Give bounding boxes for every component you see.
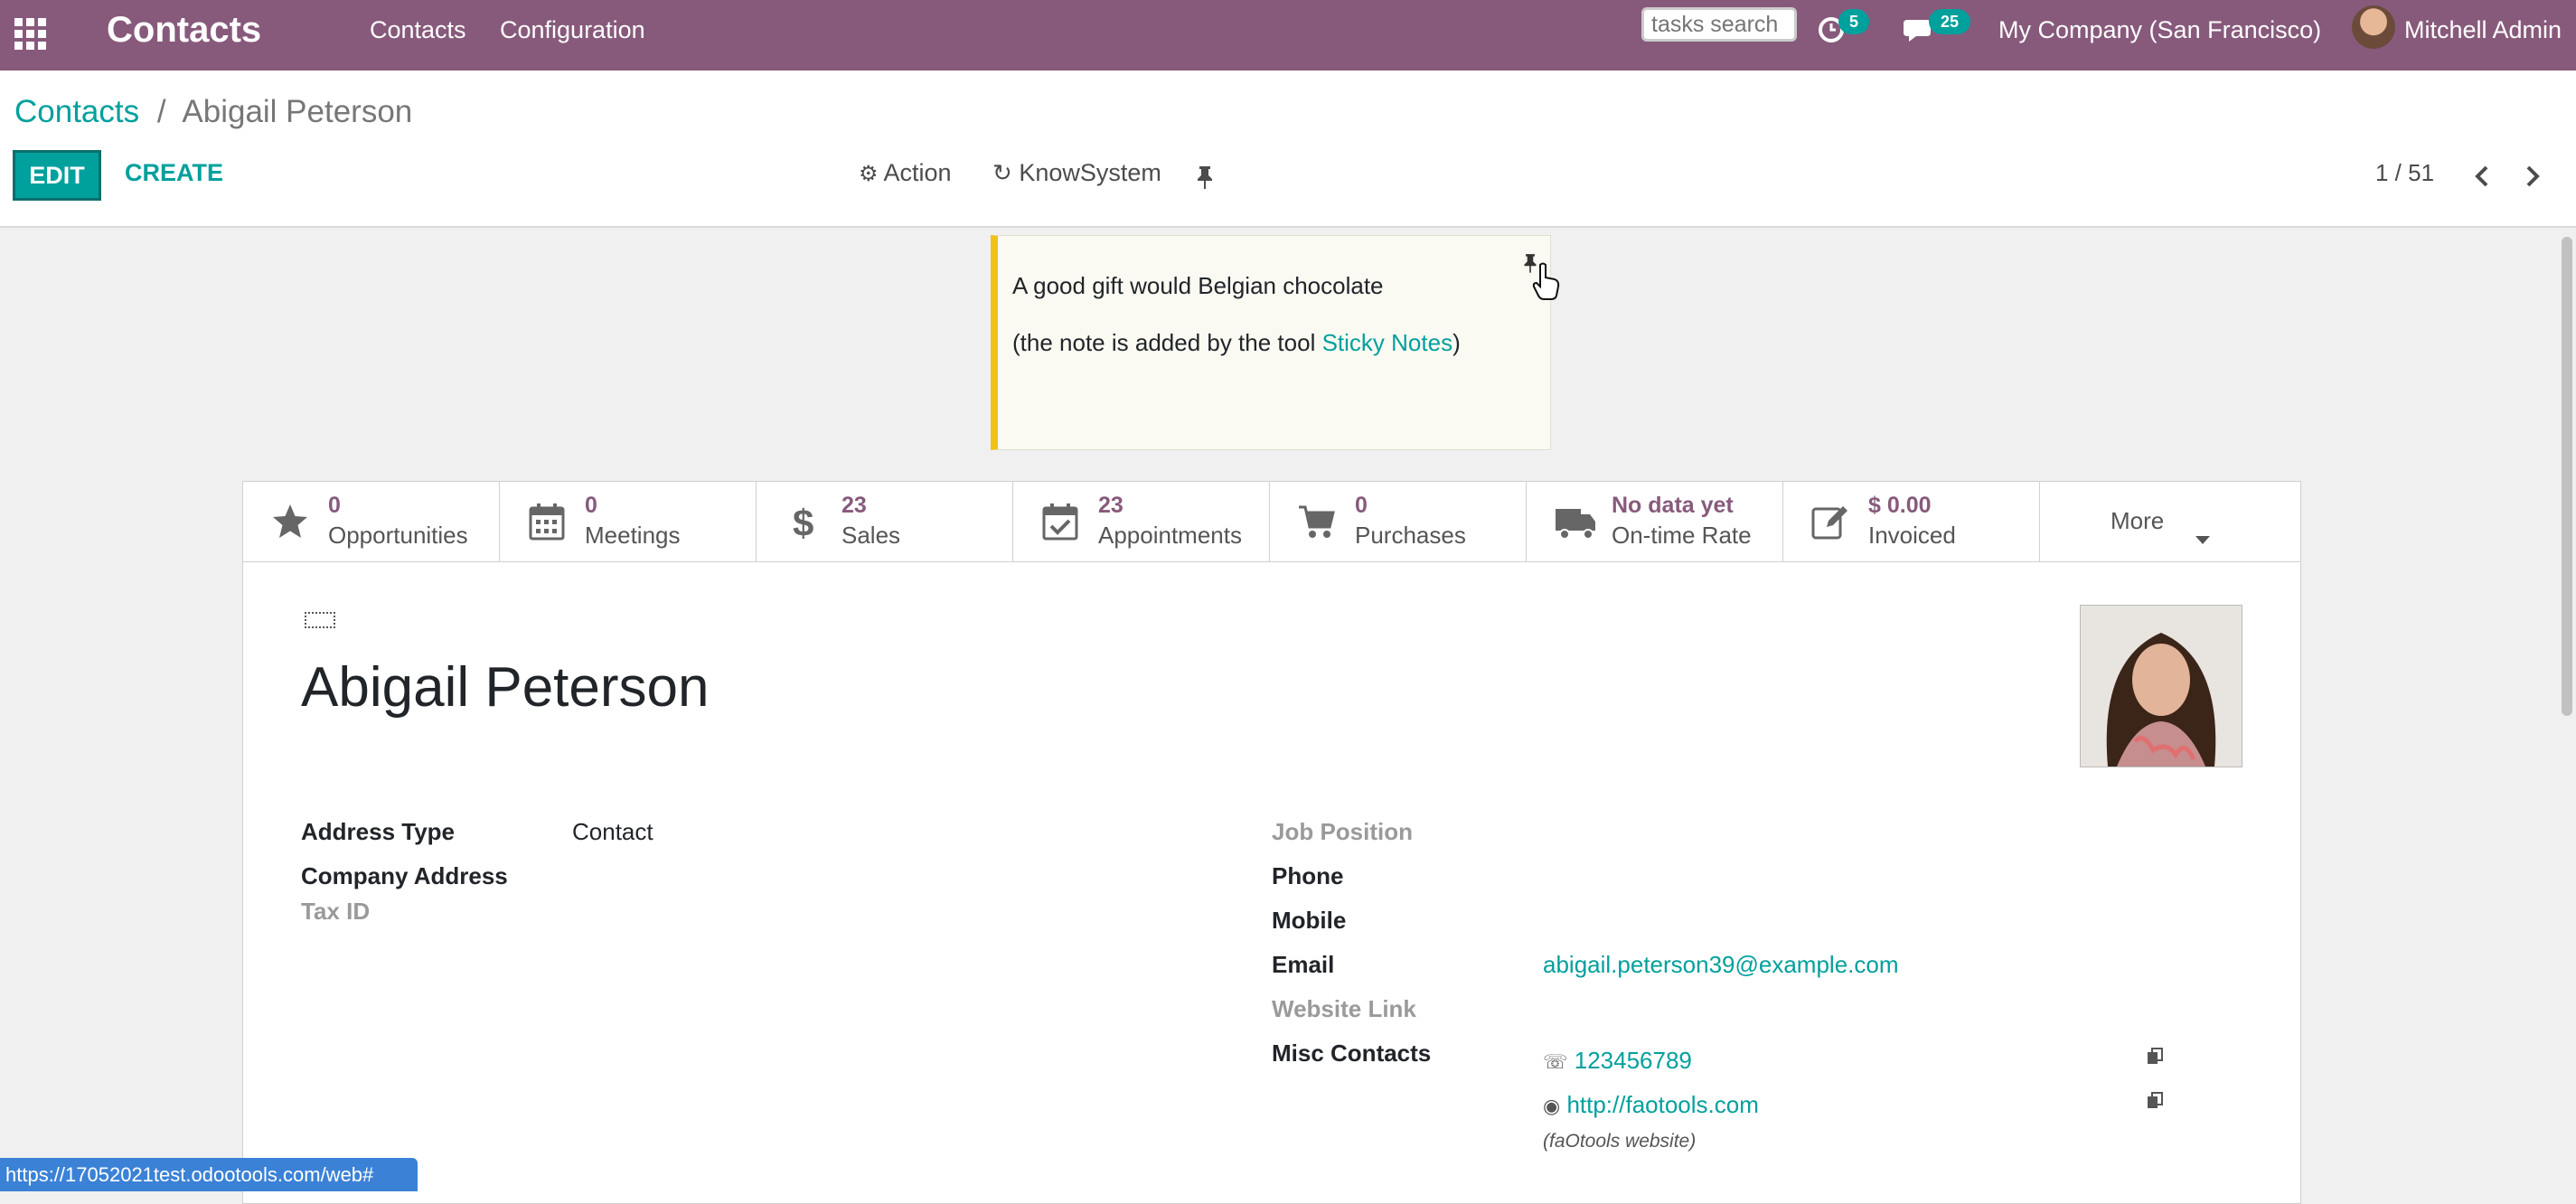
email-link[interactable]: abigail.peterson39@example.com xyxy=(1543,951,1899,979)
truck-icon xyxy=(1556,509,1595,540)
appointments-button[interactable]: 23 Appointments xyxy=(1013,482,1270,561)
breadcrumb-separator: / xyxy=(156,94,166,129)
calendar-check-icon xyxy=(1042,503,1078,541)
meetings-count: 0 xyxy=(585,493,597,518)
appointments-label: Appointments xyxy=(1098,522,1242,549)
pager-counter[interactable]: 1 / 51 xyxy=(2375,159,2434,187)
messages-count-badge: 25 xyxy=(1929,9,1970,34)
page-scrollbar-thumb[interactable] xyxy=(2562,237,2572,716)
previous-record-icon[interactable] xyxy=(2473,165,2491,193)
breadcrumb: Contacts / Abigail Peterson xyxy=(14,94,412,130)
meetings-button[interactable]: 0 Meetings xyxy=(500,482,757,561)
pin-icon[interactable] xyxy=(1195,165,1215,194)
misc-whatsapp-row: ☏ 123456789 xyxy=(1543,1047,1692,1075)
sales-button[interactable]: $ 23 Sales xyxy=(757,482,1013,561)
company-address-label: Company Address xyxy=(301,862,508,889)
meetings-label: Meetings xyxy=(585,522,681,549)
cart-icon xyxy=(1299,505,1335,538)
invoiced-label: Invoiced xyxy=(1868,522,1956,549)
company-switcher[interactable]: My Company (San Francisco) xyxy=(1998,0,2321,71)
action-label: Action xyxy=(883,159,952,186)
copy-icon[interactable] xyxy=(2147,1048,2163,1070)
smart-buttons-bar: 0 Opportunities 0 Meetings $ 23 Sales 23… xyxy=(243,482,2300,562)
menu-contacts[interactable]: Contacts xyxy=(370,0,466,71)
calendar-icon xyxy=(529,503,565,541)
note-text-end: ) xyxy=(1453,329,1461,356)
tax-id-label: Tax ID xyxy=(301,898,371,925)
whatsapp-number-link[interactable]: 123456789 xyxy=(1575,1047,1692,1074)
user-avatar[interactable] xyxy=(2352,5,2395,49)
purchases-button[interactable]: 0 Purchases xyxy=(1270,482,1527,561)
sales-count: 23 xyxy=(841,493,867,518)
sticky-note-line2: (the note is added by the tool Sticky No… xyxy=(1012,329,1461,357)
next-record-icon[interactable] xyxy=(2524,165,2542,193)
user-menu[interactable]: Mitchell Admin xyxy=(2404,0,2562,71)
opportunities-button[interactable]: 0 Opportunities xyxy=(243,482,500,561)
misc-contacts-label: Misc Contacts xyxy=(1272,1039,1432,1067)
job-position-label: Job Position xyxy=(1272,818,1413,845)
dollar-icon: $ xyxy=(793,502,813,541)
invoiced-value: $ 0.00 xyxy=(1868,493,1932,518)
sticky-notes-link[interactable]: Sticky Notes xyxy=(1322,329,1453,356)
purchases-label: Purchases xyxy=(1355,522,1466,549)
contact-name: Abigail Peterson xyxy=(301,656,710,719)
sticky-note: A good gift would Belgian chocolate (the… xyxy=(991,235,1560,450)
more-dropdown-button[interactable]: More xyxy=(2040,482,2300,561)
opportunities-count: 0 xyxy=(328,493,341,518)
apps-menu-icon[interactable] xyxy=(13,16,49,52)
edit-icon xyxy=(1811,506,1847,540)
appointments-count: 23 xyxy=(1098,493,1123,518)
empty-checkbox-placeholder[interactable] xyxy=(305,612,335,628)
tasks-search-input[interactable] xyxy=(1641,7,1797,42)
on-time-rate-label: On-time Rate xyxy=(1612,522,1752,549)
misc-website-row: ◉ http://faotools.com xyxy=(1543,1091,1759,1119)
contact-photo[interactable] xyxy=(2080,605,2242,767)
on-time-rate-button[interactable]: No data yet On-time Rate xyxy=(1527,482,1783,561)
knowsystem-menu[interactable]: ↻ KnowSystem xyxy=(992,159,1161,187)
opportunities-label: Opportunities xyxy=(328,522,468,549)
more-label: More xyxy=(2111,507,2165,534)
action-menu[interactable]: ⚙ Action xyxy=(859,159,952,187)
menu-configuration[interactable]: Configuration xyxy=(500,0,645,71)
star-icon xyxy=(273,504,307,538)
on-time-rate-value: No data yet xyxy=(1612,493,1734,518)
phone-label: Phone xyxy=(1272,862,1344,889)
mobile-label: Mobile xyxy=(1272,907,1347,934)
website-link-label: Website Link xyxy=(1272,995,1416,1022)
address-type-label: Address Type xyxy=(301,818,456,845)
copy-icon[interactable] xyxy=(2147,1092,2163,1115)
refresh-icon: ↻ xyxy=(992,159,1012,186)
activity-count-badge: 5 xyxy=(1838,9,1869,34)
hand-cursor-icon xyxy=(1531,261,1562,306)
invoiced-button[interactable]: $ 0.00 Invoiced xyxy=(1783,482,2040,561)
address-type-value: Contact xyxy=(572,818,653,845)
svg-text:$: $ xyxy=(793,502,813,541)
whatsapp-icon: ☏ xyxy=(1543,1050,1568,1073)
contact-form-sheet: 0 Opportunities 0 Meetings $ 23 Sales 23… xyxy=(242,481,2301,1204)
website-note: (faOtools website) xyxy=(1543,1131,1697,1152)
website-link[interactable]: http://faotools.com xyxy=(1566,1091,1758,1118)
breadcrumb-current: Abigail Peterson xyxy=(182,94,413,129)
gear-icon: ⚙ xyxy=(859,162,879,186)
top-navbar: Contacts Contacts Configuration 5 25 My … xyxy=(0,0,2576,71)
email-label: Email xyxy=(1272,951,1335,978)
sticky-note-line1: A good gift would Belgian chocolate xyxy=(1012,272,1384,299)
status-bar-url: https://17052021test.odootools.com/web# xyxy=(0,1158,418,1191)
breadcrumb-contacts[interactable]: Contacts xyxy=(14,94,139,129)
note-text: (the note is added by the tool xyxy=(1012,329,1322,356)
edit-button[interactable]: EDIT xyxy=(13,150,101,201)
globe-icon: ◉ xyxy=(1543,1095,1561,1117)
control-panel: Contacts / Abigail Peterson EDIT CREATE … xyxy=(0,71,2576,228)
knowsystem-label: KnowSystem xyxy=(1019,159,1161,186)
purchases-count: 0 xyxy=(1355,493,1368,518)
create-button[interactable]: CREATE xyxy=(125,159,223,187)
app-title[interactable]: Contacts xyxy=(107,0,261,71)
sales-label: Sales xyxy=(841,522,901,549)
